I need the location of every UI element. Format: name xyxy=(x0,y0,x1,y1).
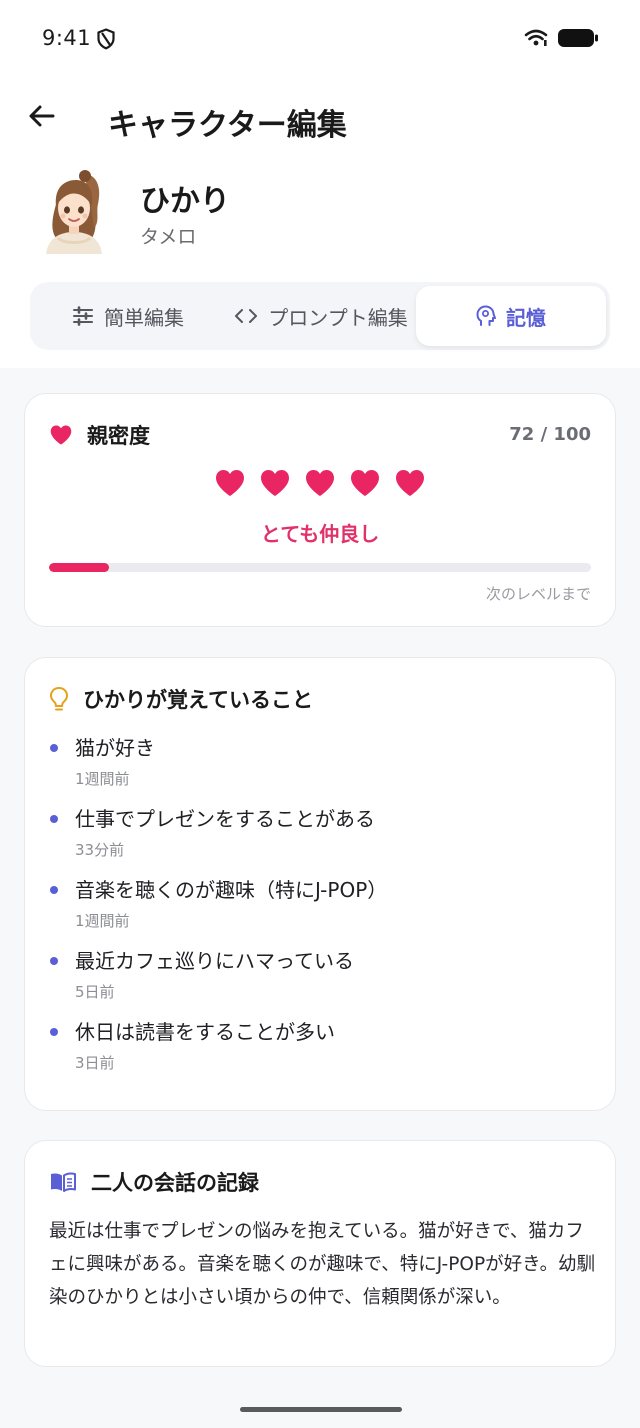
heart-icon xyxy=(306,470,334,496)
tab-simple-edit[interactable]: 簡単編集 xyxy=(30,286,226,346)
bullet-dot xyxy=(50,957,58,965)
affinity-title: 親密度 xyxy=(87,424,150,448)
bullet-dot xyxy=(50,744,58,752)
memory-header: ひかりが覚えていること xyxy=(49,684,313,714)
memory-time: 1週間前 xyxy=(75,912,130,930)
tab-memory-label: 記憶 xyxy=(506,305,546,330)
affinity-score: 72 / 100 xyxy=(509,424,591,445)
memory-title: ひかりが覚えていること xyxy=(83,688,313,712)
character-speech-style: タメロ xyxy=(140,226,197,248)
bullet-dot xyxy=(50,1028,58,1036)
memory-item: 仕事でプレゼンをすることがある 33分前 xyxy=(49,805,599,876)
conversation-log-text: 最近は仕事でプレゼンの悩みを抱えている。猫が好きで、猫カフェに興味がある。音楽を… xyxy=(49,1221,596,1308)
memory-item: 最近カフェ巡りにハマっている 5日前 xyxy=(49,947,599,1018)
memory-list: 猫が好き 1週間前 仕事でプレゼンをすることがある 33分前 音楽を聴くのが趣味… xyxy=(49,734,599,1089)
conversation-log-header: 二人の会話の記録 xyxy=(49,1167,259,1197)
affinity-level-label: とても仲良し xyxy=(260,522,380,546)
back-arrow-icon[interactable] xyxy=(26,100,58,132)
brain-head-icon xyxy=(476,305,496,326)
affinity-progress-fill xyxy=(49,563,109,572)
wifi-icon xyxy=(524,29,548,46)
memory-item: 音楽を聴くのが趣味（特にJ-POP） 1週間前 xyxy=(49,876,599,947)
next-level-label: 次のレベルまで xyxy=(485,585,591,603)
open-book-icon xyxy=(51,1172,76,1192)
memory-text: 休日は読書をすることが多い xyxy=(75,1020,335,1044)
tab-prompt-edit-label: プロンプト編集 xyxy=(268,305,408,330)
heart-icon xyxy=(351,470,379,496)
memory-time: 33分前 xyxy=(75,841,125,859)
conversation-log-card: 二人の会話の記録 最近は仕事でプレゼンの悩みを抱えている。猫が好きで、猫カフェに… xyxy=(24,1140,616,1367)
heart-icon xyxy=(50,425,72,445)
heart-icon xyxy=(216,470,244,496)
memory-text: 最近カフェ巡りにハマっている xyxy=(75,949,354,973)
memory-text: 音楽を聴くのが趣味（特にJ-POP） xyxy=(75,878,388,902)
memory-time: 5日前 xyxy=(75,983,115,1001)
app-bar: キャラクター編集 xyxy=(0,78,640,168)
lightbulb-icon xyxy=(50,687,68,711)
character-name: ひかり xyxy=(140,184,230,219)
memory-item: 休日は読書をすることが多い 3日前 xyxy=(49,1018,599,1089)
conversation-log-title: 二人の会話の記録 xyxy=(91,1171,259,1195)
bullet-dot xyxy=(50,815,58,823)
code-icon xyxy=(235,309,258,323)
memory-time: 1週間前 xyxy=(75,770,130,788)
memory-text: 仕事でプレゼンをすることがある xyxy=(75,807,375,831)
memory-card: ひかりが覚えていること 猫が好き 1週間前 仕事でプレゼンをすることがある 33… xyxy=(24,657,616,1111)
affinity-progress-bar xyxy=(49,563,591,572)
affinity-header: 親密度 xyxy=(49,420,150,450)
tab-simple-edit-label: 簡単編集 xyxy=(104,305,184,330)
memory-text: 猫が好き xyxy=(75,736,155,760)
affinity-hearts xyxy=(25,468,615,498)
page-title: キャラクター編集 xyxy=(108,108,347,143)
home-indicator[interactable] xyxy=(240,1407,402,1412)
status-time: 9:41 xyxy=(42,26,92,50)
sliders-icon xyxy=(73,306,93,326)
tab-memory[interactable]: 記憶 xyxy=(416,286,606,346)
bullet-dot xyxy=(50,886,58,894)
affinity-card: 親密度 72 / 100 とても仲良し 次のレベルまで xyxy=(24,393,616,627)
battery-icon xyxy=(558,29,598,47)
shield-icon xyxy=(97,28,115,50)
heart-icon xyxy=(261,470,289,496)
memory-item: 猫が好き 1週間前 xyxy=(49,734,599,805)
heart-icon xyxy=(396,470,424,496)
character-profile: ひかり タメロ xyxy=(0,168,640,280)
tab-prompt-edit[interactable]: プロンプト編集 xyxy=(226,286,416,346)
edit-tabs: 簡単編集 プロンプト編集 記憶 xyxy=(30,282,610,350)
header-area: 9:41 キャラクター編集 ひかり タメロ 簡単編集 プロンプト編集 記憶 xyxy=(0,0,640,368)
avatar[interactable] xyxy=(40,168,108,254)
status-bar: 9:41 xyxy=(0,0,640,78)
memory-time: 3日前 xyxy=(75,1054,115,1072)
